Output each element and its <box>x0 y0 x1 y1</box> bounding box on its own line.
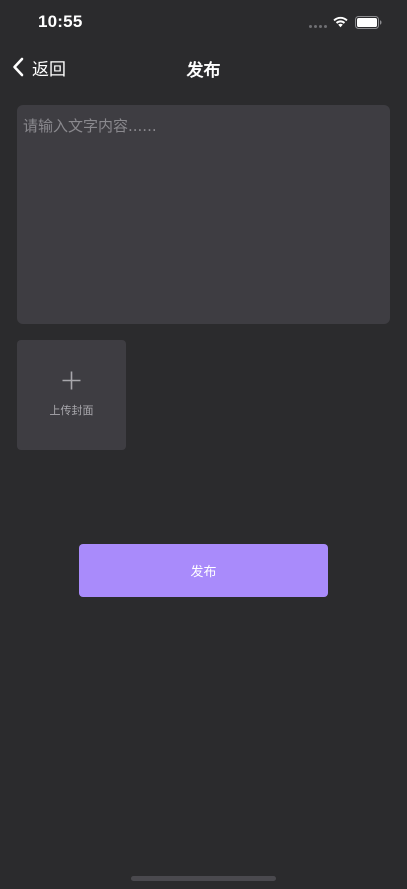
publish-button-label: 发布 <box>190 565 217 580</box>
home-indicator[interactable] <box>131 876 276 881</box>
content-textarea[interactable] <box>23 115 384 314</box>
plus-icon <box>62 371 81 390</box>
navigation-bar: 返回 发布 <box>0 44 407 90</box>
upload-cover-label: 上传封面 <box>49 404 94 417</box>
page-title: 发布 <box>186 61 221 81</box>
publish-button[interactable]: 发布 <box>79 544 328 597</box>
status-bar: 10:55 <box>0 0 407 44</box>
upload-cover-button[interactable]: 上传封面 <box>17 340 126 450</box>
wifi-icon <box>333 16 348 28</box>
status-time: 10:55 <box>38 12 83 31</box>
publish-screen: 10:55 返回 发布 上传封面 <box>0 0 407 889</box>
content-input-container <box>17 105 390 324</box>
battery-icon <box>355 16 382 29</box>
cellular-signal-icon <box>309 25 327 28</box>
